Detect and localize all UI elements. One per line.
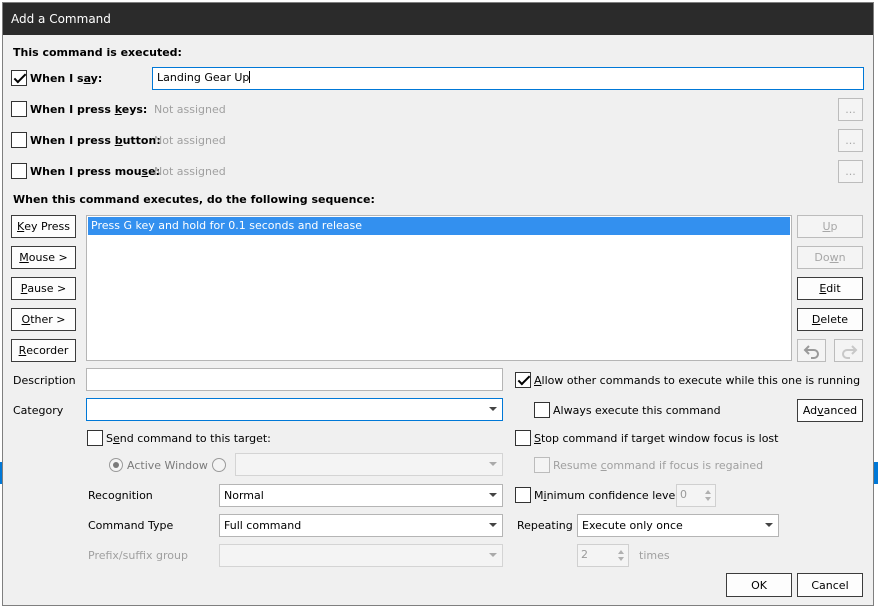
always-execute-label: Always execute this command	[553, 404, 721, 417]
down-button[interactable]: Do w n	[797, 246, 863, 269]
allow-other-label: Allow other commands to execute while th…	[534, 374, 861, 387]
executed-heading: This command is executed:	[13, 46, 182, 59]
sequence-list[interactable]: Press G key and hold for 0.1 seconds and…	[86, 215, 792, 361]
recognition-label: Recognition	[88, 489, 153, 502]
background-window-edge-right	[874, 462, 878, 484]
target-combo[interactable]	[235, 453, 503, 476]
min-confidence-spinner[interactable]: 0	[676, 484, 716, 507]
sequence-heading: When this command executes, do the follo…	[13, 193, 375, 206]
when-keys-checkbox[interactable]	[11, 101, 27, 117]
when-button-label: When I press button:	[30, 134, 161, 147]
when-say-label: When I say:	[30, 72, 103, 85]
category-label: Category	[13, 404, 64, 417]
description-label: Description	[13, 374, 76, 387]
dialog-title: Add a Command	[11, 12, 111, 26]
description-input[interactable]	[86, 368, 503, 391]
when-button-checkbox[interactable]	[11, 132, 27, 148]
chevron-down-icon	[489, 407, 497, 411]
spin-up-icon	[618, 550, 624, 554]
chevron-down-icon	[489, 523, 497, 527]
edit-button[interactable]: Edit	[797, 277, 863, 300]
send-target-label: Send command to this target:	[106, 432, 271, 445]
when-mouse-browse-button[interactable]: ...	[838, 160, 863, 183]
chevron-down-icon	[489, 462, 497, 466]
target-window-radio[interactable]	[212, 458, 226, 472]
repeat-times-spinner[interactable]: 2	[577, 544, 629, 567]
repeating-label: Repeating	[517, 519, 573, 532]
other-button[interactable]: Other >	[11, 308, 76, 331]
when-keys-value: Not assigned	[154, 103, 226, 116]
category-combo[interactable]	[86, 398, 503, 421]
allow-other-checkbox[interactable]	[515, 372, 531, 388]
spin-up-icon	[705, 490, 711, 494]
up-button[interactable]: Up	[797, 215, 863, 238]
cancel-button[interactable]: Cancel	[797, 573, 863, 597]
advanced-button[interactable]: Ad v anced	[797, 399, 863, 422]
when-mouse-checkbox[interactable]	[11, 163, 27, 179]
repeating-combo[interactable]: Execute only once	[577, 514, 779, 537]
active-window-label: Active Window	[127, 459, 208, 472]
spin-down-icon	[705, 497, 711, 501]
undo-icon	[803, 344, 819, 359]
send-target-checkbox[interactable]	[87, 430, 103, 446]
min-confidence-checkbox[interactable]	[515, 487, 531, 503]
chevron-down-icon	[489, 493, 497, 497]
mouse-button[interactable]: Mouse >	[11, 246, 76, 269]
always-execute-checkbox[interactable]	[534, 402, 550, 418]
when-say-checkbox[interactable]	[11, 70, 27, 86]
pause-button[interactable]: Pause >	[11, 277, 76, 300]
redo-button[interactable]	[834, 339, 863, 362]
dialog-titlebar[interactable]: Add a Command	[3, 3, 873, 35]
active-window-radio[interactable]	[109, 458, 123, 472]
times-label: times	[639, 549, 670, 562]
when-button-browse-button[interactable]: ...	[838, 129, 863, 152]
recognition-combo[interactable]: Normal	[219, 484, 503, 507]
redo-icon	[841, 344, 857, 359]
undo-button[interactable]	[797, 339, 826, 362]
when-mouse-value: Not assigned	[154, 165, 226, 178]
when-button-value: Not assigned	[154, 134, 226, 147]
ok-button[interactable]: OK	[726, 573, 792, 597]
when-keys-label: When I press keys:	[30, 103, 148, 116]
add-command-dialog: Add a Command This command is executed: …	[2, 2, 874, 606]
min-confidence-label: Minimum confidence level	[534, 489, 679, 502]
resume-focus-checkbox[interactable]	[534, 457, 550, 473]
spin-down-icon	[618, 557, 624, 561]
list-item[interactable]: Press G key and hold for 0.1 seconds and…	[88, 217, 790, 235]
when-keys-browse-button[interactable]: ...	[838, 98, 863, 121]
stop-focus-checkbox[interactable]	[515, 430, 531, 446]
when-mouse-label: When I press mouse:	[30, 165, 160, 178]
command-type-label: Command Type	[88, 519, 174, 532]
stop-focus-label: Stop command if target window focus is l…	[534, 432, 779, 445]
chevron-down-icon	[765, 523, 773, 527]
recorder-button[interactable]: Recorder	[11, 339, 76, 362]
when-say-input[interactable]: Landing Gear Up	[152, 67, 864, 90]
command-type-combo[interactable]: Full command	[219, 514, 503, 537]
prefix-suffix-label: Prefix/suffix group	[88, 549, 188, 562]
resume-focus-label: Resume command if focus is regained	[553, 459, 764, 472]
delete-button[interactable]: Delete	[797, 308, 863, 331]
key-press-button[interactable]: Key Press	[11, 215, 76, 238]
chevron-down-icon	[489, 553, 497, 557]
prefix-suffix-combo[interactable]	[219, 544, 503, 567]
